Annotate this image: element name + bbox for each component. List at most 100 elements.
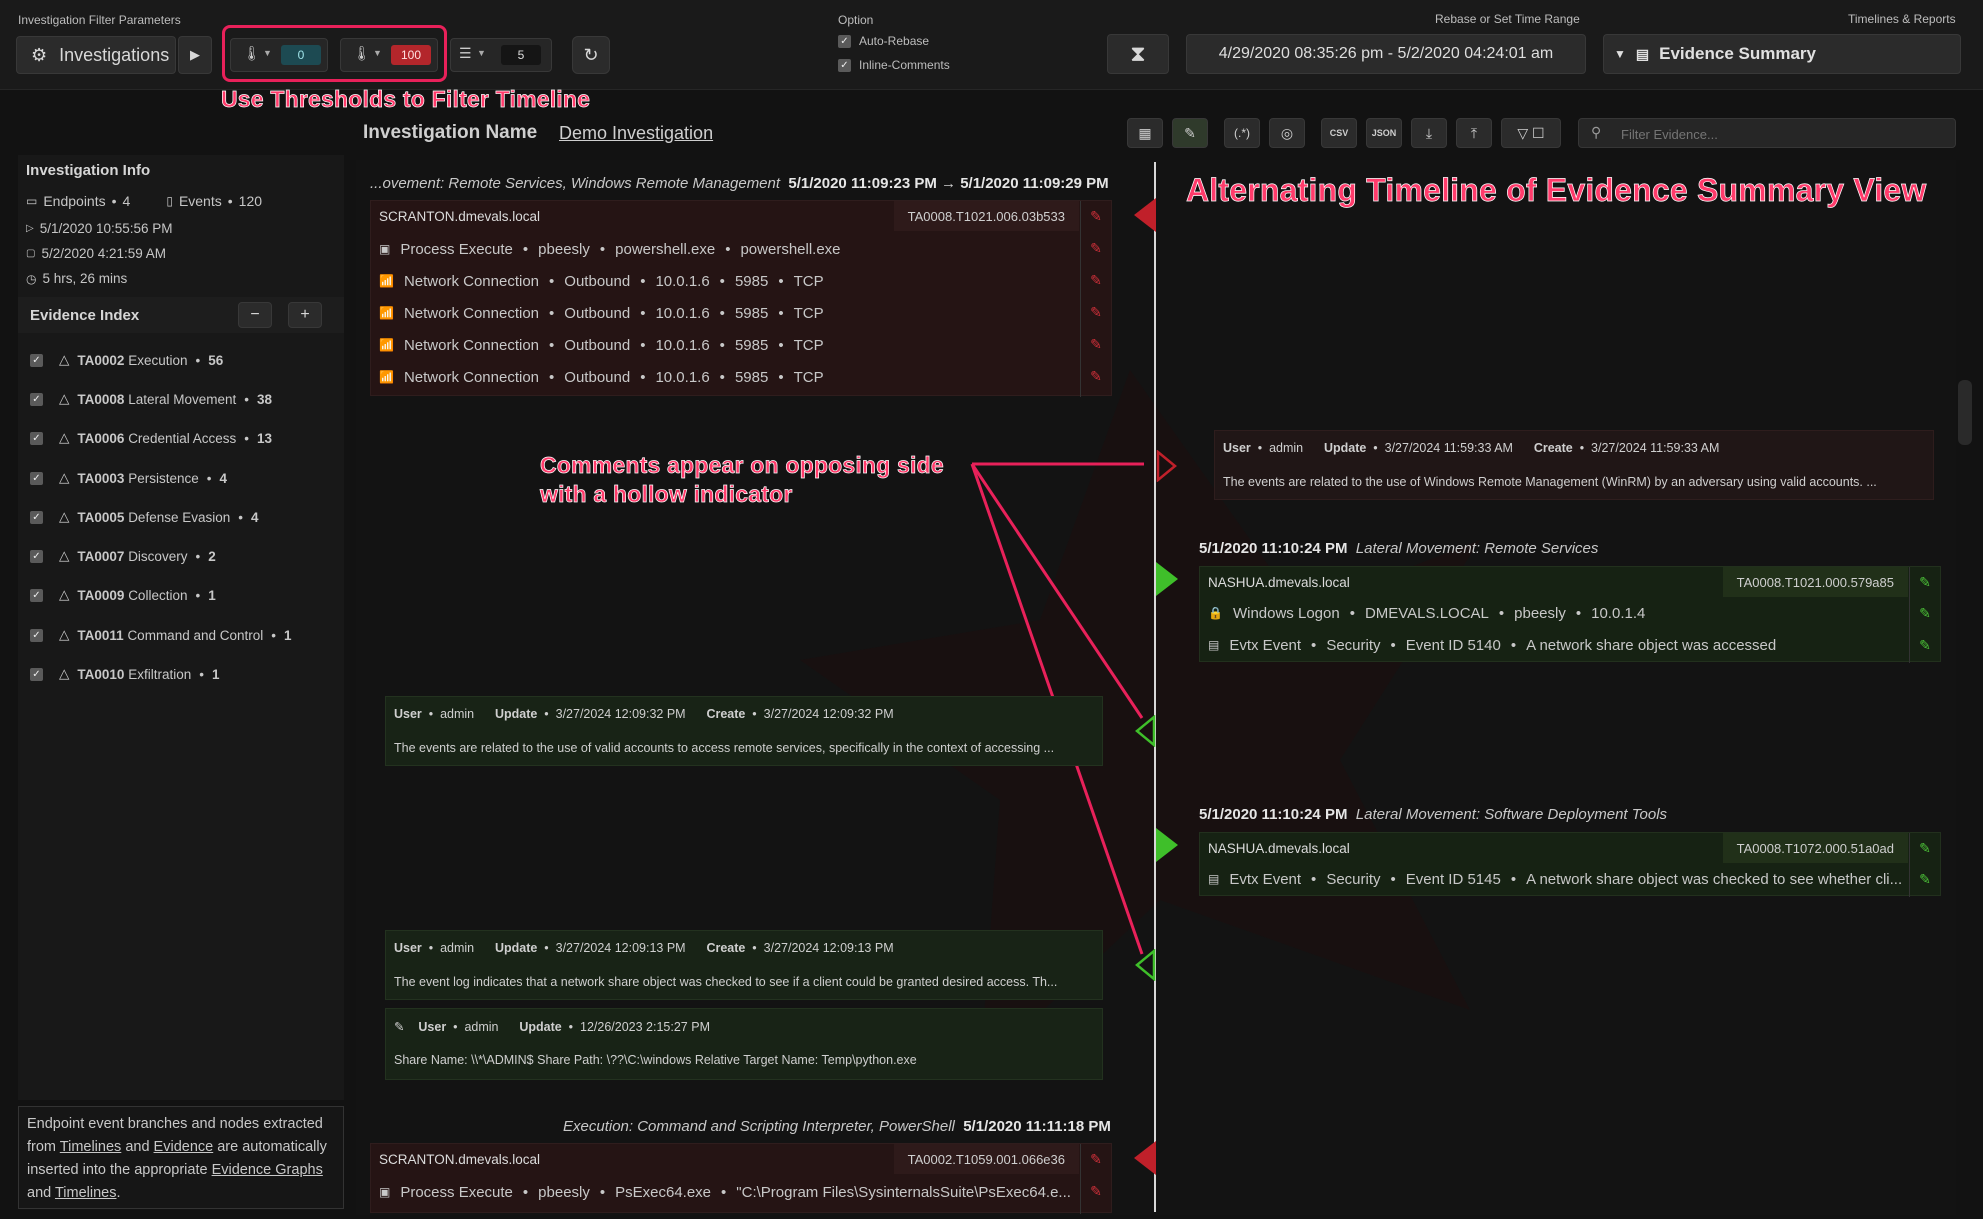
create-time: 3/27/2024 12:09:13 PM xyxy=(763,941,894,955)
event-field: 10.0.1.6 xyxy=(655,336,710,354)
pencil-icon[interactable]: ✎ xyxy=(1087,303,1105,321)
pencil-icon[interactable]: ✎ xyxy=(1916,636,1934,654)
divider xyxy=(1909,567,1910,663)
pencil-icon[interactable]: ✎ xyxy=(1087,239,1105,257)
event-tactic: Lateral Movement: Remote Services xyxy=(1355,540,1599,557)
event-field: "C:\Program Files\SysinternalsSuite\PsEx… xyxy=(736,1183,1071,1201)
event-title: Execution: Command and Scripting Interpr… xyxy=(563,1118,1111,1135)
event-field: 5985 xyxy=(734,272,769,290)
pencil-icon[interactable]: ✎ xyxy=(1087,271,1105,289)
user-label: User xyxy=(394,707,422,721)
event-field: 10.0.1.6 xyxy=(655,304,710,322)
host-name: NASHUA.dmevals.local xyxy=(1208,574,1350,590)
marker-filled-red xyxy=(1134,198,1156,232)
event-line: ▣ Process Execute • pbeesly • powershell.exe •… xyxy=(379,240,841,258)
event-field: TCP xyxy=(793,304,824,322)
user-label: User xyxy=(394,941,422,955)
marker-hollow-green xyxy=(1135,715,1156,747)
comment-body: Share Name: \\*\ADMIN$ Share Path: \??\C… xyxy=(394,1053,917,1067)
update-time: 3/27/2024 12:09:32 PM xyxy=(555,707,686,721)
host-name: SCRANTON.dmevals.local xyxy=(379,1151,541,1167)
pencil-icon[interactable]: ✎ xyxy=(1087,335,1105,353)
event-time-end: 5/1/2020 11:09:29 PM xyxy=(960,175,1109,192)
event-title: ...ovement: Remote Services, Windows Rem… xyxy=(370,175,1109,192)
event-type: Evtx Event xyxy=(1229,870,1302,888)
pencil-icon[interactable]: ✎ xyxy=(1087,207,1105,225)
user-name: admin xyxy=(464,1020,499,1034)
pencil-icon[interactable]: ✎ xyxy=(1087,1150,1105,1168)
event-field: pbeesly xyxy=(1514,604,1566,622)
comment-body: The event log indicates that a network s… xyxy=(394,975,1058,989)
comment-header: User • admin Update • 3/27/2024 12:09:32… xyxy=(394,707,894,721)
event-type: Windows Logon xyxy=(1232,604,1340,622)
event-time: 5/1/2020 11:10:24 PM xyxy=(1199,806,1348,823)
divider xyxy=(1080,1144,1081,1214)
event-card[interactable]: NASHUA.dmevals.local TA0008.T1072.000.51… xyxy=(1199,832,1941,897)
update-label: Update xyxy=(1323,441,1367,455)
event-field: pbeesly xyxy=(538,240,590,258)
event-line: ▣ Process Execute • pbeesly • PsExec64.exe • "C… xyxy=(379,1183,1071,1201)
update-label: Update xyxy=(494,707,538,721)
event-line: ▤ Evtx Event • Security • Event ID 5145 • A net… xyxy=(1208,870,1903,888)
pencil-icon[interactable]: ✎ xyxy=(1916,870,1934,888)
comment-body: The events are related to the use of val… xyxy=(394,741,1055,755)
divider xyxy=(1909,833,1910,897)
event-card[interactable]: SCRANTON.dmevals.local TA0002.T1059.001.… xyxy=(370,1143,1112,1214)
pencil-icon[interactable]: ✎ xyxy=(1916,839,1934,857)
pencil-icon[interactable]: ✎ xyxy=(1087,1182,1105,1200)
event-field: Outbound xyxy=(564,368,631,386)
event-field: TCP xyxy=(793,336,824,354)
event-tactic: ...ovement: Remote Services, Windows Rem… xyxy=(370,175,781,192)
create-time: 3/27/2024 11:59:33 AM xyxy=(1591,441,1720,455)
event-title: 5/1/2020 11:10:24 PM Lateral Movement: R… xyxy=(1199,540,1598,557)
event-field: Event ID 5145 xyxy=(1405,870,1501,888)
marker-filled-green xyxy=(1156,562,1178,596)
technique-tag: TA0008.T1072.000.51a0ad xyxy=(1722,833,1908,863)
event-field: powershell.exe xyxy=(740,240,841,258)
event-type: Evtx Event xyxy=(1229,636,1302,654)
create-label: Create xyxy=(706,707,746,721)
technique-tag: TA0008.T1021.006.03b533 xyxy=(893,201,1079,231)
event-title: 5/1/2020 11:10:24 PM Lateral Movement: S… xyxy=(1199,806,1667,823)
user-name: admin xyxy=(1269,441,1304,455)
comment-card[interactable]: User • admin Update • 3/27/2024 11:59:33… xyxy=(1214,430,1934,500)
event-field: A network share object was accessed xyxy=(1526,636,1777,654)
update-time: 12/26/2023 2:15:27 PM xyxy=(580,1020,710,1034)
pencil-icon[interactable]: ✎ xyxy=(1916,573,1934,591)
event-time-start: 5/1/2020 11:09:23 PM xyxy=(788,175,937,192)
comment-header: User • admin Update • 3/27/2024 12:09:13… xyxy=(394,941,894,955)
pencil-icon[interactable]: ✎ xyxy=(394,1020,404,1034)
technique-tag: TA0002.T1059.001.066e36 xyxy=(893,1144,1079,1174)
marker-filled-red xyxy=(1134,1141,1156,1175)
event-field: A network share object was checked to se… xyxy=(1526,870,1903,888)
event-type: Process Execute xyxy=(400,1183,513,1201)
event-type: Network Connection xyxy=(403,336,540,354)
event-field: 5985 xyxy=(734,304,769,322)
event-type: Network Connection xyxy=(403,304,540,322)
event-card[interactable]: NASHUA.dmevals.local TA0008.T1021.000.57… xyxy=(1199,566,1941,663)
event-card[interactable]: SCRANTON.dmevals.local TA0008.T1021.006.… xyxy=(370,200,1112,397)
user-label: User xyxy=(1223,441,1251,455)
comment-card[interactable]: ✎ User • admin Update • 12/26/2023 2:15:… xyxy=(385,1008,1103,1080)
comment-body: The events are related to the use of Win… xyxy=(1223,475,1877,489)
pencil-icon[interactable]: ✎ xyxy=(1916,604,1934,622)
event-field: Event ID 5140 xyxy=(1405,636,1501,654)
marker-hollow-red xyxy=(1156,450,1177,482)
event-field: Security xyxy=(1326,636,1381,654)
update-time: 3/27/2024 12:09:13 PM xyxy=(555,941,686,955)
comment-card[interactable]: User • admin Update • 3/27/2024 12:09:32… xyxy=(385,696,1103,766)
event-field: Security xyxy=(1326,870,1381,888)
event-field: Outbound xyxy=(564,304,631,322)
update-time: 3/27/2024 11:59:33 AM xyxy=(1384,441,1513,455)
create-time: 3/27/2024 12:09:32 PM xyxy=(763,707,894,721)
pencil-icon[interactable]: ✎ xyxy=(1087,367,1105,385)
event-field: PsExec64.exe xyxy=(615,1183,712,1201)
comment-header: ✎ User • admin Update • 12/26/2023 2:15:… xyxy=(394,1020,710,1034)
event-tactic: Lateral Movement: Software Deployment To… xyxy=(1355,806,1668,823)
event-field: Outbound xyxy=(564,272,631,290)
event-type: Network Connection xyxy=(403,272,540,290)
event-field: 10.0.1.4 xyxy=(1591,604,1646,622)
comment-card[interactable]: User • admin Update • 3/27/2024 12:09:13… xyxy=(385,930,1103,1000)
host-name: SCRANTON.dmevals.local xyxy=(379,208,541,224)
event-type: Network Connection xyxy=(403,368,540,386)
